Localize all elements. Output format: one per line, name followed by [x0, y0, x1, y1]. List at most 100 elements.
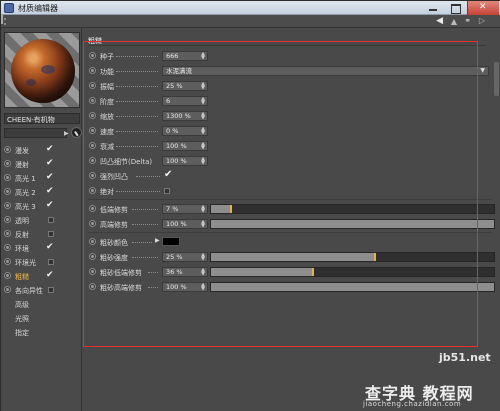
rough-high-clip-slider[interactable] — [210, 282, 495, 292]
channel-checkbox[interactable] — [48, 259, 54, 265]
animate-dot-icon[interactable] — [89, 205, 96, 212]
animate-dot-icon[interactable] — [89, 112, 96, 119]
channel-checkbox[interactable]: ✔ — [46, 270, 54, 280]
spinner-icon[interactable]: ▲ ▼ — [201, 253, 205, 262]
channel-label: 高光 3 — [15, 203, 36, 211]
channel-dot-icon — [4, 244, 11, 251]
spinner-icon[interactable]: ▲ ▼ — [201, 127, 205, 136]
channel-subitem[interactable]: 指定 — [1, 325, 81, 339]
strong-bump-checkbox[interactable]: ✔ — [164, 169, 172, 181]
close-button[interactable] — [467, 1, 499, 15]
animate-dot-icon[interactable] — [89, 82, 96, 89]
forward-arrow-icon[interactable]: ▷ — [479, 16, 485, 25]
spinner-icon[interactable]: ▲ ▼ — [201, 112, 205, 121]
rough-low-clip-slider[interactable] — [210, 267, 495, 277]
minimize-button[interactable] — [423, 1, 443, 15]
function-dropdown[interactable]: 水泥满流 ▼ — [162, 66, 489, 76]
high-clip-input[interactable]: 100 % ▲ ▼ — [162, 219, 208, 229]
spinner-icon[interactable]: ▲ ▼ — [201, 220, 205, 229]
animate-dot-icon[interactable] — [89, 67, 96, 74]
channel-checkbox[interactable] — [48, 217, 54, 223]
menu-grip-icon[interactable] — [4, 18, 12, 25]
spinner-icon[interactable]: ▲ ▼ — [201, 82, 205, 91]
octaves-input[interactable]: 6 ▲ ▼ — [162, 96, 208, 106]
animate-dot-icon[interactable] — [89, 253, 96, 260]
channel-item[interactable]: 环境光 — [1, 255, 81, 269]
material-preview[interactable] — [4, 32, 80, 108]
param-label: 低端修剪 — [100, 206, 128, 214]
rough-low-clip-input[interactable]: 36 % ▲ ▼ — [162, 267, 208, 277]
channel-label: 环境光 — [15, 259, 36, 267]
leader-dots — [132, 224, 158, 225]
picker-icon[interactable] — [71, 127, 82, 138]
spinner-icon[interactable]: ▲ ▼ — [201, 97, 205, 106]
new-window-icon[interactable] — [1, 14, 3, 24]
channel-item[interactable]: 透明 — [1, 213, 81, 227]
low-clip-input[interactable]: 7 % ▲ ▼ — [162, 204, 208, 214]
animate-dot-icon[interactable] — [89, 283, 96, 290]
channel-checkbox[interactable] — [48, 287, 54, 293]
channel-checkbox[interactable]: ✔ — [46, 144, 54, 154]
channel-checkbox[interactable]: ✔ — [46, 242, 54, 252]
channel-item[interactable]: 反射 — [1, 227, 81, 241]
high-clip-slider[interactable] — [210, 219, 495, 229]
spinner-icon[interactable]: ▲ ▼ — [201, 142, 205, 151]
bump-delta-input[interactable]: 100 % ▲ ▼ — [162, 156, 208, 166]
material-dropdown[interactable] — [4, 128, 67, 138]
rough-high-clip-input[interactable]: 100 % ▲ ▼ — [162, 282, 208, 292]
channel-item[interactable]: 高光 2 ✔ — [1, 185, 81, 199]
slider-knob[interactable] — [374, 253, 377, 261]
leader-dots — [132, 242, 152, 243]
absolute-checkbox[interactable] — [164, 188, 170, 194]
slider-knob[interactable] — [229, 205, 232, 213]
channel-item[interactable]: 环境 ✔ — [1, 241, 81, 255]
rough-strength-input[interactable]: 25 % ▲ ▼ — [162, 252, 208, 262]
channel-checkbox[interactable]: ✔ — [46, 172, 54, 182]
animate-dot-icon[interactable] — [89, 97, 96, 104]
channel-item[interactable]: 高光 1 ✔ — [1, 171, 81, 185]
rough-color-swatch[interactable] — [162, 237, 180, 246]
channel-item[interactable]: 高光 3 ✔ — [1, 199, 81, 213]
animate-dot-icon[interactable] — [89, 220, 96, 227]
animate-dot-icon[interactable] — [89, 238, 96, 245]
attenuation-input[interactable]: 100 % ▲ ▼ — [162, 141, 208, 151]
animate-dot-icon[interactable] — [89, 172, 96, 179]
channel-subitem[interactable]: 高级 — [1, 297, 81, 311]
material-name-field[interactable]: CHEEN-有机物 — [4, 113, 80, 124]
channel-checkbox[interactable] — [48, 231, 54, 237]
spinner-icon[interactable]: ▲ ▼ — [201, 268, 205, 277]
spinner-icon[interactable]: ▲ ▼ — [201, 205, 205, 214]
channel-item[interactable]: 漫射 ✔ — [1, 157, 81, 171]
dropdown-arrow-icon[interactable]: ▶ — [64, 130, 69, 137]
lock-icon[interactable]: ⚭ — [464, 16, 471, 25]
low-clip-slider[interactable] — [210, 204, 495, 214]
animate-dot-icon[interactable] — [89, 268, 96, 275]
expand-arrow-icon[interactable]: ▶ — [155, 237, 160, 244]
channel-dot-icon — [4, 286, 11, 293]
spinner-icon[interactable]: ▲ ▼ — [201, 157, 205, 166]
speed-input[interactable]: 0 % ▲ ▼ — [162, 126, 208, 136]
slider-knob[interactable] — [311, 268, 314, 276]
animate-dot-icon[interactable] — [89, 52, 96, 59]
param-speed: 速度 0 % ▲ ▼ — [86, 125, 496, 137]
channel-checkbox[interactable]: ✔ — [46, 158, 54, 168]
channel-item[interactable]: 漫发 ✔ — [1, 143, 81, 157]
animate-dot-icon[interactable] — [89, 127, 96, 134]
channel-checkbox[interactable]: ✔ — [46, 186, 54, 196]
maximize-button[interactable] — [445, 1, 465, 15]
animate-dot-icon[interactable] — [89, 157, 96, 164]
seed-input[interactable]: 666 ▲ ▼ — [162, 51, 208, 61]
scale-input[interactable]: 1300 % ▲ ▼ — [162, 111, 208, 121]
channel-item[interactable]: 粗糙 ✔ — [1, 269, 81, 283]
back-arrow-icon[interactable]: ◀ — [436, 16, 443, 26]
channel-checkbox[interactable]: ✔ — [46, 200, 54, 210]
amplitude-input[interactable]: 25 % ▲ ▼ — [162, 81, 208, 91]
channel-subitem[interactable]: 光照 — [1, 311, 81, 325]
channel-item[interactable]: 各向异性 — [1, 283, 81, 297]
animate-dot-icon[interactable] — [89, 142, 96, 149]
spinner-icon[interactable]: ▲ ▼ — [201, 52, 205, 61]
rough-strength-slider[interactable] — [210, 252, 495, 262]
spinner-icon[interactable]: ▲ ▼ — [201, 283, 205, 292]
animate-dot-icon[interactable] — [89, 187, 96, 194]
up-arrow-icon[interactable]: ▲ — [451, 17, 457, 26]
